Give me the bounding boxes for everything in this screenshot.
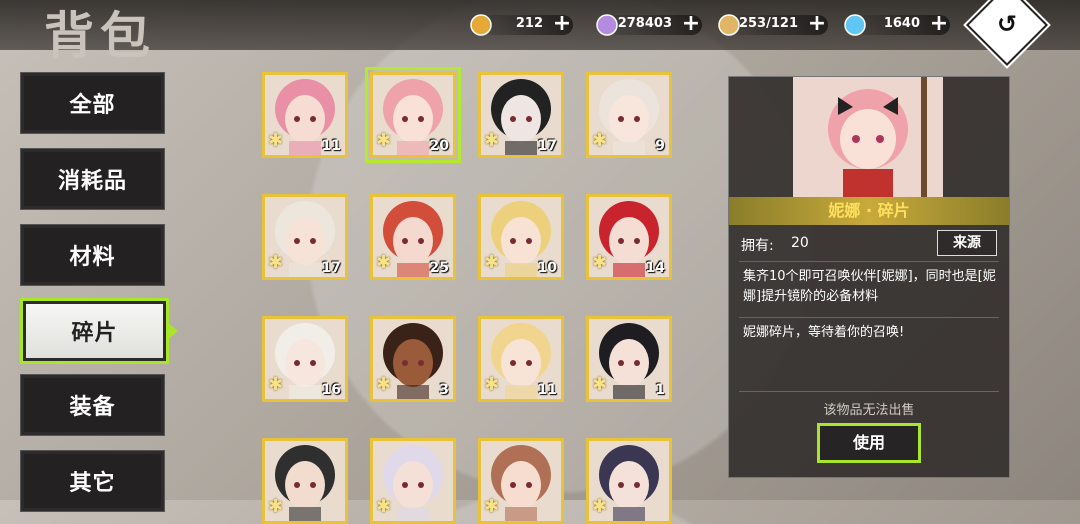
fragment-count: 14	[645, 260, 665, 276]
page-title: 背包	[44, 6, 156, 65]
blue-diamond-icon	[844, 14, 866, 36]
fragment-slot[interactable]: ✱ 17	[478, 72, 564, 158]
sell-note: 该物品无法出售	[823, 403, 915, 418]
fragment-icon: ✱	[376, 496, 392, 517]
item-flavor-text: 妮娜碎片，等待着你的召唤!	[743, 325, 905, 340]
resource-value: 278403	[617, 16, 672, 31]
fragment-icon: ✱	[376, 252, 392, 273]
fragment-icon: ✱	[268, 374, 284, 395]
fragment-icon: ✱	[592, 130, 608, 151]
fragment-icon: ✱	[592, 374, 608, 395]
divider	[739, 317, 999, 318]
fragment-slot[interactable]: ✱ 14	[586, 194, 672, 280]
source-button[interactable]: 来源	[937, 230, 997, 256]
fragment-slot[interactable]: ✱ 20	[365, 67, 461, 163]
fragment-slot[interactable]: ✱ 25	[370, 194, 456, 280]
fragment-slot[interactable]: ✱	[478, 438, 564, 524]
back-arrow-icon: ↺	[996, 10, 1018, 38]
resource-value: 253/121	[738, 16, 798, 31]
fragment-icon: ✱	[484, 252, 500, 273]
resource-value: 212	[515, 16, 543, 31]
fragment-count: 17	[321, 260, 341, 276]
fragment-count: 3	[439, 382, 449, 398]
item-name: 妮娜 · 碎片	[729, 197, 1009, 225]
fragment-slot[interactable]: ✱	[586, 438, 672, 524]
tab-3[interactable]: 碎片	[20, 298, 178, 364]
tab-1[interactable]: 消耗品	[20, 148, 165, 210]
fragment-slot[interactable]: ✱ 11	[478, 316, 564, 402]
divider	[739, 391, 999, 392]
fragment-count: 1	[655, 382, 665, 398]
gold-coin-icon	[470, 14, 492, 36]
tab-5[interactable]: 其它	[20, 450, 165, 512]
add-resource-button[interactable]: +	[680, 13, 702, 35]
owned-count: 20	[791, 235, 809, 251]
fragment-count: 11	[537, 382, 557, 398]
fragment-slot[interactable]: ✱	[370, 438, 456, 524]
resource-supply-crate: 253/121 +	[716, 12, 828, 38]
tab-2[interactable]: 材料	[20, 224, 165, 286]
fragment-count: 10	[537, 260, 557, 276]
fragment-slot[interactable]: ✱ 9	[586, 72, 672, 158]
owned-label: 拥有:	[741, 238, 774, 254]
add-resource-button[interactable]: +	[806, 13, 828, 35]
fragment-count: 20	[429, 138, 449, 154]
item-detail-panel: 妮娜 · 碎片 拥有: 20 来源 集齐10个即可召唤伙伴[妮娜]，同时也是[妮…	[728, 76, 1010, 478]
fragment-count: 16	[321, 382, 341, 398]
selected-character-portrait	[793, 77, 943, 197]
fragment-icon: ✱	[376, 130, 392, 151]
add-resource-button[interactable]: +	[551, 13, 573, 35]
fragment-slot[interactable]: ✱ 16	[262, 316, 348, 402]
item-description: 集齐10个即可召唤伙伴[妮娜]，同时也是[妮娜]提升镜阶的必备材料	[743, 269, 996, 304]
fragment-count: 11	[321, 138, 341, 154]
fragment-count: 9	[655, 138, 665, 154]
resource-gold-coin: 212 +	[468, 12, 573, 38]
resource-value: 1640	[883, 16, 920, 31]
fragment-count: 25	[429, 260, 449, 276]
fragment-icon: ✱	[592, 252, 608, 273]
tab-0[interactable]: 全部	[20, 72, 165, 134]
fragment-slot[interactable]: ✱ 1	[586, 316, 672, 402]
resource-blue-diamond: 1640 +	[842, 12, 950, 38]
divider	[739, 261, 999, 262]
resource-purple-crystal: 278403 +	[594, 12, 702, 38]
fragment-icon: ✱	[268, 496, 284, 517]
fragment-slot[interactable]: ✱ 11	[262, 72, 348, 158]
purple-crystal-icon	[596, 14, 618, 36]
fragment-slot[interactable]: ✱	[262, 438, 348, 524]
fragment-slot[interactable]: ✱ 17	[262, 194, 348, 280]
fragment-icon: ✱	[484, 130, 500, 151]
fragment-slot[interactable]: ✱ 3	[370, 316, 456, 402]
fragment-icon: ✱	[376, 374, 392, 395]
add-resource-button[interactable]: +	[928, 13, 950, 35]
fragment-icon: ✱	[484, 496, 500, 517]
use-button[interactable]: 使用	[817, 423, 921, 463]
fragment-icon: ✱	[484, 374, 500, 395]
fragment-count: 17	[537, 138, 557, 154]
fragment-icon: ✱	[592, 496, 608, 517]
tab-4[interactable]: 装备	[20, 374, 165, 436]
fragment-icon: ✱	[268, 130, 284, 151]
fragment-slot[interactable]: ✱ 10	[478, 194, 564, 280]
fragment-icon: ✱	[268, 252, 284, 273]
